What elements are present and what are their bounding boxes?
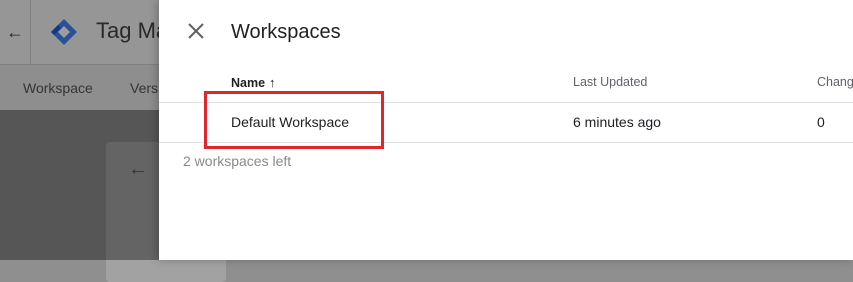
highlight-box [204,91,384,149]
workspace-changes: 0 [817,114,825,130]
close-icon[interactable] [185,20,207,42]
column-header-name[interactable]: Name ↑ [231,75,276,90]
column-header-changes[interactable]: Chang [817,75,853,89]
workspaces-panel: Workspaces Name ↑ Last Updated Chang Defa… [159,0,853,260]
workspaces-left-note: 2 workspaces left [183,153,292,169]
arrow-up-icon: ↑ [269,75,276,90]
workspace-last-updated: 6 minutes ago [573,114,661,130]
panel-title: Workspaces [231,21,341,43]
column-header-name-label: Name [231,76,266,90]
column-header-last-updated[interactable]: Last Updated [573,75,647,89]
